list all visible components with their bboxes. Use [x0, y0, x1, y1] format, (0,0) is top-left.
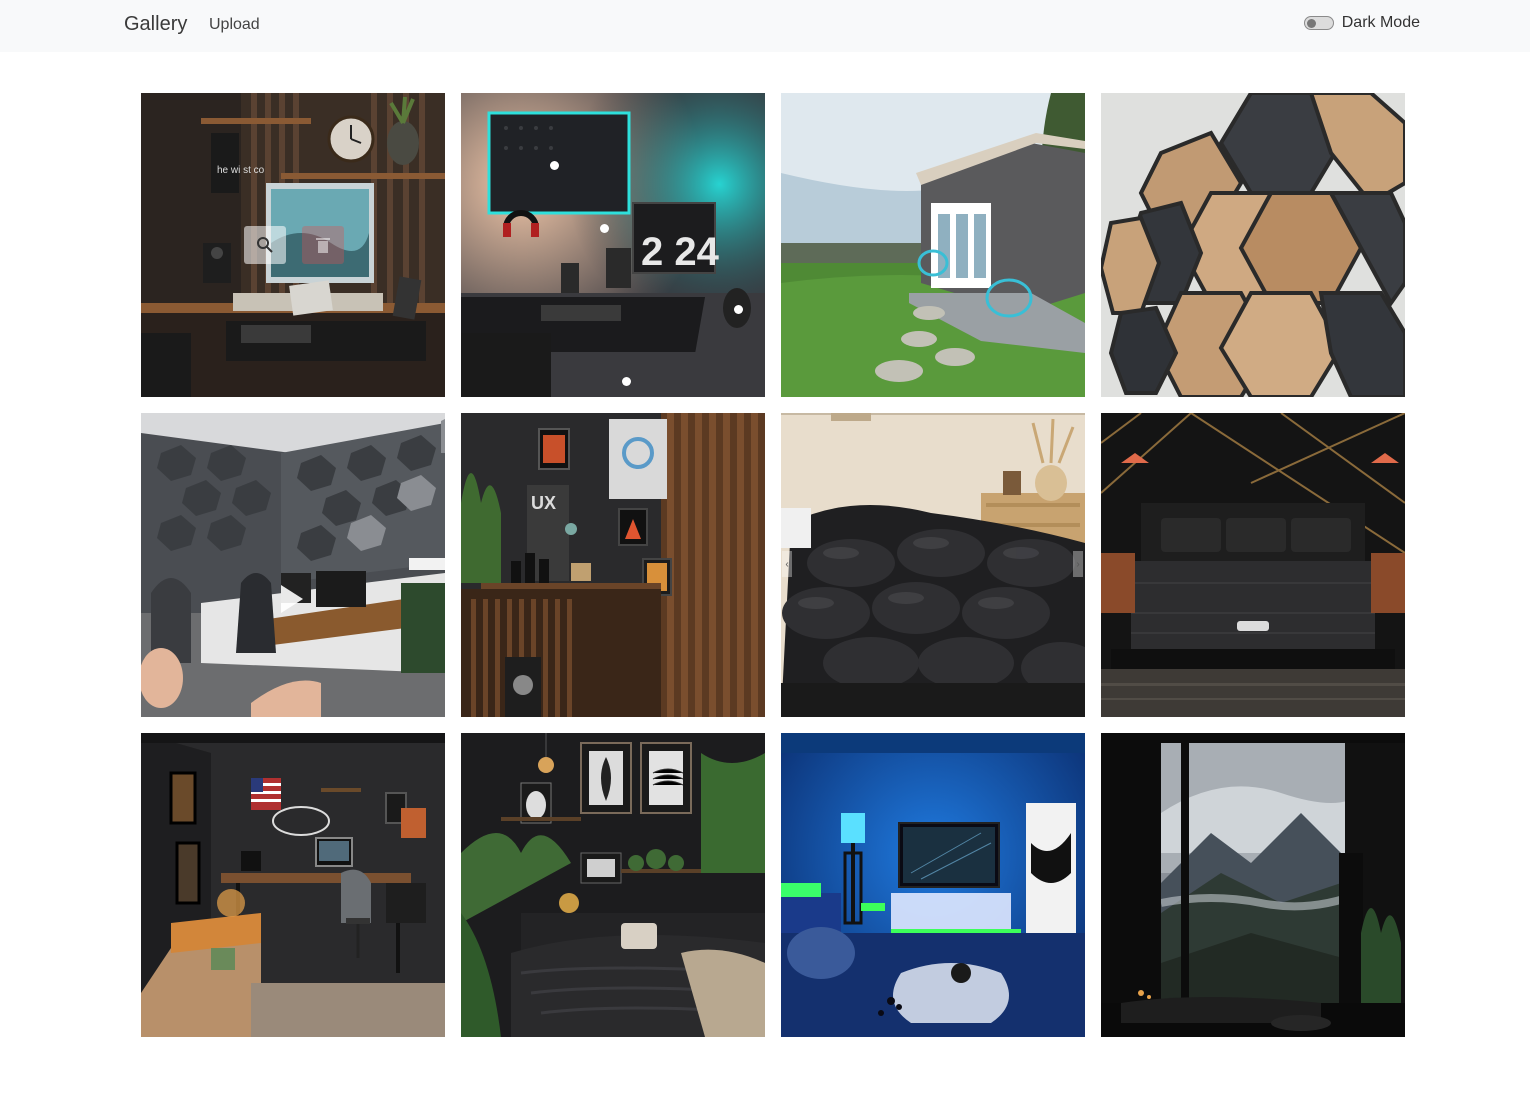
- desk-setup-teal-led-image: 2 24: [461, 93, 765, 397]
- gallery-image-10[interactable]: [461, 733, 765, 1037]
- gallery-image-11[interactable]: [781, 733, 1085, 1037]
- hotspot-dot[interactable]: [622, 377, 631, 386]
- navbar: Gallery Upload Dark Mode: [0, 0, 1530, 52]
- gallery-image-5[interactable]: [141, 413, 445, 717]
- dark-mode-switch[interactable]: [1303, 16, 1334, 30]
- hotspot-dot[interactable]: [734, 305, 743, 314]
- dark-bedroom-plants-image: [461, 733, 765, 1037]
- trash-icon: [316, 238, 330, 253]
- gallery-image-4[interactable]: [1101, 93, 1405, 397]
- hotspot-dot[interactable]: [600, 224, 609, 233]
- dark-mode-label: Dark Mode: [1341, 14, 1420, 31]
- gallery-image-8[interactable]: [1101, 413, 1405, 717]
- gallery-image-6[interactable]: UX: [461, 413, 765, 717]
- gallery-image-12[interactable]: [1101, 733, 1405, 1037]
- hexagon-acoustic-room-image: [141, 413, 445, 717]
- play-icon[interactable]: [281, 585, 303, 613]
- gallery-image-3[interactable]: [781, 93, 1085, 397]
- ux-sign: UX: [531, 493, 556, 513]
- slat-wall-shelf-image: UX: [461, 413, 765, 717]
- black-mattress-image: [1101, 413, 1405, 717]
- desk-setup-slat-wall-image: he wi st co: [141, 93, 445, 397]
- backyard-studio-shed-image: [781, 93, 1085, 397]
- prev-arrow[interactable]: ‹: [782, 551, 792, 577]
- zoom-button[interactable]: [244, 226, 286, 264]
- brand-link[interactable]: Gallery: [124, 13, 187, 36]
- gallery-image-2[interactable]: 2 24: [461, 93, 765, 397]
- gallery-image-1[interactable]: he wi st co: [141, 93, 445, 397]
- blue-led-living-room-image: [781, 733, 1085, 1037]
- gallery-grid: he wi st co 2 24 UX ‹ ›: [141, 93, 1405, 1037]
- mountain-view-lounge-image: [1101, 733, 1405, 1037]
- hexagon-wood-wall-image: [1101, 93, 1405, 397]
- next-arrow[interactable]: ›: [1073, 551, 1083, 577]
- black-comforter-image: [781, 413, 1085, 717]
- upload-link[interactable]: Upload: [209, 16, 260, 34]
- search-icon: [257, 237, 273, 253]
- gallery-image-7[interactable]: ‹ ›: [781, 413, 1085, 717]
- delete-button[interactable]: [302, 226, 344, 264]
- dark-office-image: [141, 733, 445, 1037]
- wall-text: he wi st co: [217, 165, 265, 176]
- switch-knob: [1306, 19, 1316, 28]
- clock-display: 2 24: [641, 230, 720, 274]
- hotspot-dot[interactable]: [550, 161, 559, 170]
- gallery-image-9[interactable]: [141, 733, 445, 1037]
- dark-mode-toggle[interactable]: Dark Mode: [1303, 14, 1420, 32]
